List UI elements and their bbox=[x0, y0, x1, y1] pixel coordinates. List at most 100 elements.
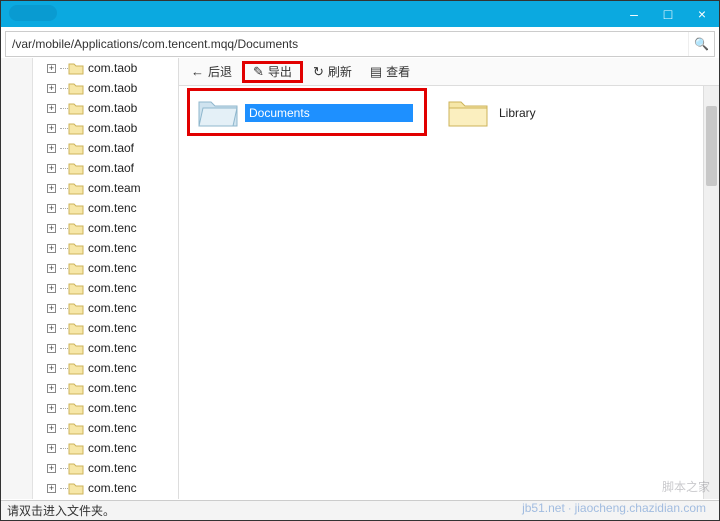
tree-item-label: com.team bbox=[88, 181, 141, 195]
back-button[interactable]: ← 后退 bbox=[183, 61, 240, 83]
tree-connector bbox=[60, 428, 68, 429]
tree-item-label: com.taof bbox=[88, 141, 134, 155]
tree-connector bbox=[60, 88, 68, 89]
tree-item[interactable]: + com.tenc bbox=[33, 318, 178, 338]
expand-icon[interactable]: + bbox=[47, 304, 56, 313]
tree-item[interactable]: + com.tenc bbox=[33, 338, 178, 358]
search-icon[interactable]: 🔍 bbox=[688, 32, 714, 56]
expand-icon[interactable]: + bbox=[47, 64, 56, 73]
tree-item-label: com.tenc bbox=[88, 261, 137, 275]
tree-connector bbox=[60, 408, 68, 409]
tree-item[interactable]: + com.tenc bbox=[33, 258, 178, 278]
export-button[interactable]: ✎ 导出 bbox=[242, 61, 303, 83]
tree-item-label: com.tenc bbox=[88, 441, 137, 455]
tree-item[interactable]: + com.taof bbox=[33, 138, 178, 158]
expand-icon[interactable]: + bbox=[47, 124, 56, 133]
export-label: 导出 bbox=[268, 63, 292, 80]
tree-item[interactable]: +com.tenc bbox=[33, 398, 178, 418]
tree-item[interactable]: +com.tenc bbox=[33, 378, 178, 398]
tree-item[interactable]: + com.taob bbox=[33, 118, 178, 138]
content-pane[interactable]: Documents Library bbox=[179, 86, 719, 499]
tree-item-label: com.tenc bbox=[88, 421, 137, 435]
status-bar: 请双击进入文件夹。 bbox=[1, 500, 719, 520]
view-button[interactable]: ▤ 查看 bbox=[362, 61, 418, 83]
expand-icon[interactable]: + bbox=[47, 164, 56, 173]
folder-icon bbox=[68, 482, 84, 495]
expand-icon[interactable]: + bbox=[47, 444, 56, 453]
tree-connector bbox=[60, 268, 68, 269]
expand-icon[interactable]: + bbox=[47, 384, 56, 393]
tree-item[interactable]: +com.tenc bbox=[33, 298, 178, 318]
refresh-label: 刷新 bbox=[328, 63, 352, 80]
folder-tree[interactable]: +com.taob+com.taob+com.taob+com.taob+com… bbox=[33, 58, 178, 499]
expand-icon[interactable]: + bbox=[47, 324, 56, 333]
expand-icon[interactable]: + bbox=[47, 224, 56, 233]
tree-item[interactable]: +com.taof bbox=[33, 158, 178, 178]
close-button[interactable]: × bbox=[685, 1, 719, 27]
toolbar: ← 后退 ✎ 导出 ↻ 刷新 ▤ 查看 bbox=[179, 58, 719, 86]
folder-label[interactable]: Library bbox=[495, 104, 540, 122]
tree-item-label: com.taob bbox=[88, 81, 137, 95]
refresh-button[interactable]: ↻ 刷新 bbox=[305, 61, 360, 83]
folder-icon bbox=[68, 422, 84, 435]
tree-item[interactable]: + com.taob bbox=[33, 78, 178, 98]
tree-item[interactable]: + com.team bbox=[33, 178, 178, 198]
minimize-button[interactable]: – bbox=[617, 1, 651, 27]
expand-icon[interactable]: + bbox=[47, 204, 56, 213]
folder-icon bbox=[68, 242, 84, 255]
tree-item-label: com.taob bbox=[88, 101, 137, 115]
expand-icon[interactable]: + bbox=[47, 184, 56, 193]
tree-item[interactable]: + com.taob bbox=[33, 58, 178, 78]
sidebar: +com.taob+com.taob+com.taob+com.taob+com… bbox=[1, 58, 179, 499]
tree-connector bbox=[60, 288, 68, 289]
expand-icon[interactable]: + bbox=[47, 244, 56, 253]
expand-icon[interactable]: + bbox=[47, 484, 56, 493]
vertical-scrollbar[interactable] bbox=[703, 86, 719, 499]
expand-icon[interactable]: + bbox=[47, 344, 56, 353]
tree-item-label: com.taob bbox=[88, 61, 137, 75]
tree-item[interactable]: + com.tenc bbox=[33, 358, 178, 378]
status-text: 请双击进入文件夹。 bbox=[7, 504, 115, 518]
tree-connector bbox=[60, 468, 68, 469]
tree-connector bbox=[60, 128, 68, 129]
view-label: 查看 bbox=[386, 63, 410, 80]
tree-item[interactable]: + com.tenc bbox=[33, 238, 178, 258]
expand-icon[interactable]: + bbox=[47, 364, 56, 373]
tree-connector bbox=[60, 308, 68, 309]
back-label: 后退 bbox=[208, 63, 232, 80]
tree-item-label: com.tenc bbox=[88, 361, 137, 375]
tree-item-label: com.tenc bbox=[88, 201, 137, 215]
tree-item[interactable]: + com.tenc bbox=[33, 198, 178, 218]
tree-item-label: com.tenc bbox=[88, 321, 137, 335]
tree-connector bbox=[60, 388, 68, 389]
expand-icon[interactable]: + bbox=[47, 424, 56, 433]
tree-item[interactable]: + com.tenc bbox=[33, 438, 178, 458]
folder-icon bbox=[68, 162, 84, 175]
title-bar: – □ × bbox=[1, 1, 719, 27]
expand-icon[interactable]: + bbox=[47, 404, 56, 413]
tree-item[interactable]: +com.tenc bbox=[33, 478, 178, 498]
tree-item[interactable]: + com.tenc bbox=[33, 278, 178, 298]
scrollbar-thumb[interactable] bbox=[706, 106, 717, 186]
expand-icon[interactable]: + bbox=[47, 284, 56, 293]
expand-icon[interactable]: + bbox=[47, 104, 56, 113]
tree-item-label: com.tenc bbox=[88, 341, 137, 355]
expand-icon[interactable]: + bbox=[47, 464, 56, 473]
folder-icon[interactable] bbox=[447, 96, 489, 130]
folder-icon bbox=[68, 262, 84, 275]
folder-icon bbox=[68, 342, 84, 355]
expand-icon[interactable]: + bbox=[47, 84, 56, 93]
expand-icon[interactable]: + bbox=[47, 264, 56, 273]
maximize-button[interactable]: □ bbox=[651, 1, 685, 27]
tree-item-label: com.taob bbox=[88, 121, 137, 135]
tree-connector bbox=[60, 368, 68, 369]
refresh-icon: ↻ bbox=[313, 65, 324, 78]
path-input[interactable] bbox=[6, 37, 688, 51]
expand-icon[interactable]: + bbox=[47, 144, 56, 153]
tree-item[interactable]: +com.tenc bbox=[33, 218, 178, 238]
tree-item[interactable]: +com.tenc bbox=[33, 458, 178, 478]
tree-item-label: com.tenc bbox=[88, 241, 137, 255]
tree-item[interactable]: + com.tenc bbox=[33, 418, 178, 438]
tree-item-label: com.tenc bbox=[88, 281, 137, 295]
tree-item[interactable]: + com.taob bbox=[33, 98, 178, 118]
